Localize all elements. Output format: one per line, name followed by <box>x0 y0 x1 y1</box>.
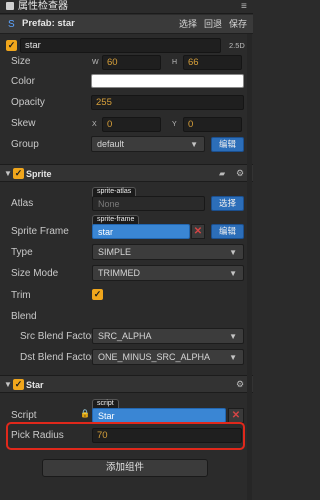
opacity-input[interactable]: 255 <box>91 95 244 110</box>
skew-x-label: X <box>92 121 97 128</box>
group-edit-button[interactable]: 编辑 <box>211 137 244 152</box>
inspector-panel: 属性检查器 ≡ S Prefab: star 选择 回退 保存 ✓ star 2… <box>0 0 253 500</box>
menu-icon[interactable]: ≡ <box>241 0 247 13</box>
prefab-label: Prefab: star <box>22 18 75 29</box>
type-select[interactable]: SIMPLE ▼ <box>92 244 244 260</box>
prefab-header: S Prefab: star 选择 回退 保存 <box>0 15 253 34</box>
sprite-frame-edit-button[interactable]: 编辑 <box>211 224 244 239</box>
color-swatch[interactable] <box>91 74 244 88</box>
script-asset-field[interactable]: Star <box>92 408 226 423</box>
scrollbar[interactable] <box>247 34 252 500</box>
star-title: Star <box>26 380 44 390</box>
sprite-frame-asset-field[interactable]: star <box>92 224 190 239</box>
add-component-button[interactable]: 添加组件 <box>42 459 208 477</box>
gear-icon[interactable]: ⚙ <box>236 379 244 390</box>
prefab-icon: S <box>8 19 15 30</box>
type-select-value: SIMPLE <box>98 247 132 257</box>
atlas-label: Atlas <box>11 198 34 209</box>
trim-checkbox[interactable]: ✓ <box>92 289 103 300</box>
chevron-down-icon: ▼ <box>229 332 237 341</box>
window-title: 属性检查器 <box>18 1 68 12</box>
group-label: Group <box>11 139 39 150</box>
node-name-input[interactable]: star <box>20 38 221 53</box>
pick-radius-input[interactable]: 70 <box>92 428 242 443</box>
skew-label: Skew <box>11 118 36 129</box>
group-select[interactable]: default ▼ <box>91 136 205 152</box>
sprite-frame-label: Sprite Frame <box>11 226 69 237</box>
collapse-triangle-icon[interactable]: ▼ <box>4 379 12 391</box>
group-select-value: default <box>97 139 125 149</box>
color-label: Color <box>11 76 35 87</box>
chevron-down-icon: ▼ <box>229 269 237 278</box>
size-mode-select-value: TRIMMED <box>98 268 140 278</box>
skew-x-input[interactable]: 0 <box>102 117 161 132</box>
skew-y-input[interactable]: 0 <box>183 117 242 132</box>
size-h-label: H <box>172 59 178 66</box>
trim-label: Trim <box>11 290 31 301</box>
book-icon[interactable]: ▰ <box>219 169 225 178</box>
size-w-label: W <box>92 59 99 66</box>
size-mode-select[interactable]: TRIMMED ▼ <box>92 265 244 281</box>
gear-icon[interactable]: ⚙ <box>236 168 244 179</box>
script-label: Script <box>11 410 37 421</box>
sprite-enabled-checkbox[interactable]: ✓ <box>13 168 24 179</box>
atlas-asset-field[interactable]: None <box>92 196 205 211</box>
chevron-down-icon: ▼ <box>190 140 198 149</box>
revert-button[interactable]: 回退 <box>204 18 222 30</box>
star-section-header[interactable]: ▼ ✓ Star ⚙ <box>0 375 253 393</box>
clear-x-icon[interactable]: ✕ <box>228 408 244 423</box>
size-label: Size <box>11 56 31 67</box>
mode-2-5d-label[interactable]: 2.5D <box>229 41 245 51</box>
dst-blend-label: Dst Blend Factor <box>20 352 95 363</box>
inspector-icon <box>6 2 14 10</box>
type-label: Type <box>11 247 33 258</box>
save-button[interactable]: 保存 <box>229 18 247 30</box>
star-enabled-checkbox[interactable]: ✓ <box>13 379 24 390</box>
pick-radius-label: Pick Radius <box>11 430 64 441</box>
size-height-input[interactable]: 66 <box>183 55 242 70</box>
sprite-section-header[interactable]: ▼ ✓ Sprite ▰ ⚙ <box>0 164 253 182</box>
chevron-down-icon: ▼ <box>229 353 237 362</box>
node-active-checkbox[interactable]: ✓ <box>6 40 17 51</box>
title-bar: 属性检查器 ≡ <box>0 0 253 14</box>
atlas-select-button[interactable]: 选择 <box>211 196 244 211</box>
lock-icon: 🔒 <box>80 409 90 418</box>
skew-y-label: Y <box>172 121 177 128</box>
chevron-down-icon: ▼ <box>229 248 237 257</box>
size-width-input[interactable]: 60 <box>102 55 161 70</box>
dst-blend-value: ONE_MINUS_SRC_ALPHA <box>98 352 211 362</box>
collapse-triangle-icon[interactable]: ▼ <box>4 168 12 180</box>
select-button[interactable]: 选择 <box>179 18 197 30</box>
clear-x-icon[interactable]: ✕ <box>191 224 205 239</box>
size-mode-label: Size Mode <box>11 268 59 279</box>
dst-blend-select[interactable]: ONE_MINUS_SRC_ALPHA ▼ <box>92 349 244 365</box>
blend-label: Blend <box>11 311 37 322</box>
src-blend-select[interactable]: SRC_ALPHA ▼ <box>92 328 244 344</box>
src-blend-label: Src Blend Factor <box>20 331 95 342</box>
src-blend-value: SRC_ALPHA <box>98 331 152 341</box>
sprite-title: Sprite <box>26 169 52 179</box>
opacity-label: Opacity <box>11 97 45 108</box>
